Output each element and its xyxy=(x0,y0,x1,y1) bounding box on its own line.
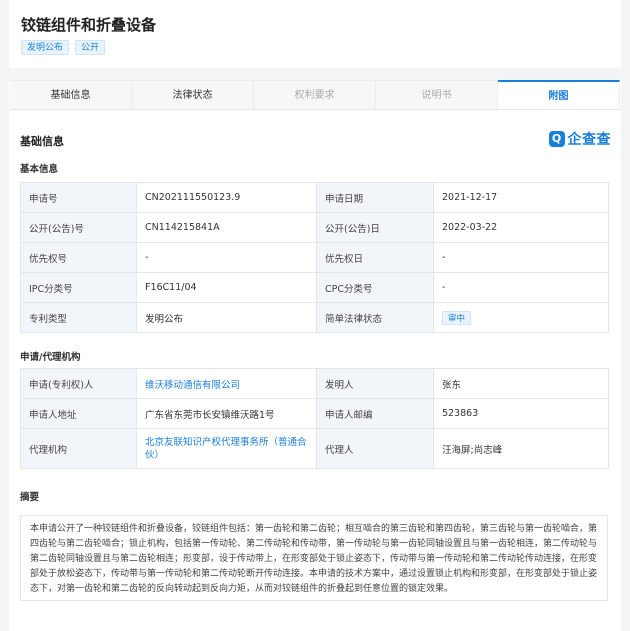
status-badge: 审中 xyxy=(442,310,472,325)
qichacha-logo-icon: Q xyxy=(548,131,565,147)
label-ipc: IPC分类号 xyxy=(20,272,137,303)
table-row: 申请号 CN202111550123.9 申请日期 2021-12-17 xyxy=(20,182,609,213)
link-agency[interactable]: 北京友联知识产权代理事务所（普通合伙） xyxy=(136,428,317,469)
label-publication-no: 公开(公告)号 xyxy=(20,212,137,243)
label-application-date: 申请日期 xyxy=(316,182,434,213)
tab-drawings[interactable]: 附图 xyxy=(498,80,620,109)
agent-table: 申请(专利权)人 维沃移动通信有限公司 发明人 张东 申请人地址 广东省东莞市长… xyxy=(20,368,609,469)
value-priority-no: - xyxy=(136,242,317,273)
value-publication-no: CN114215841A xyxy=(136,212,317,243)
value-patent-type: 发明公布 xyxy=(136,302,317,333)
table-row: 优先权号 - 优先权日 - xyxy=(20,242,609,273)
label-priority-no: 优先权号 xyxy=(20,242,137,273)
table-row: 申请人地址 广东省东莞市长安镇维沃路1号 申请人邮编 523863 xyxy=(20,398,609,429)
value-applicant-address: 广东省东莞市长安镇维沃路1号 xyxy=(136,398,317,429)
table-row: IPC分类号 F16C11/04 CPC分类号 - xyxy=(20,272,609,303)
tab-legal-status[interactable]: 法律状态 xyxy=(132,80,254,109)
table-row: 代理机构 北京友联知识产权代理事务所（普通合伙） 代理人 汪海屏;尚志峰 xyxy=(20,428,609,469)
table-row: 专利类型 发明公布 简单法律状态 审中 xyxy=(20,302,609,333)
section-title: 基础信息 xyxy=(20,135,64,148)
tab-claims: 权利要求 xyxy=(254,80,376,109)
value-inventor: 张东 xyxy=(433,368,609,399)
main-card: 基础信息 法律状态 权利要求 说明书 附图 基础信息 Q 企查查 基本信息 申请… xyxy=(9,80,621,631)
tag-status: 公开 xyxy=(75,40,106,55)
basic-info-table: 申请号 CN202111550123.9 申请日期 2021-12-17 公开(… xyxy=(20,182,609,333)
tab-basic-info[interactable]: 基础信息 xyxy=(10,80,132,109)
value-application-date: 2021-12-17 xyxy=(433,182,609,213)
value-publication-date: 2022-03-22 xyxy=(433,212,609,243)
label-applicant-address: 申请人地址 xyxy=(20,398,137,429)
label-cpc: CPC分类号 xyxy=(316,272,434,303)
label-priority-date: 优先权日 xyxy=(316,242,434,273)
value-cpc: - xyxy=(433,272,609,303)
value-postcode: 523863 xyxy=(433,398,609,429)
label-patent-type: 专利类型 xyxy=(20,302,137,333)
table-row: 申请(专利权)人 维沃移动通信有限公司 发明人 张东 xyxy=(20,368,609,399)
label-agent: 代理人 xyxy=(316,428,434,469)
label-agency: 代理机构 xyxy=(20,428,137,469)
label-applicant: 申请(专利权)人 xyxy=(20,368,137,399)
header-card: 铰链组件和折叠设备 发明公布 公开 xyxy=(9,0,621,68)
abstract-text: 本申请公开了一种铰链组件和折叠设备，铰链组件包括：第一齿轮和第二齿轮；相互啮合的… xyxy=(20,515,608,601)
label-postcode: 申请人邮编 xyxy=(316,398,434,429)
value-application-no: CN202111550123.9 xyxy=(136,182,317,213)
qichacha-logo-text: 企查查 xyxy=(567,132,611,148)
basic-info-subtitle: 基本信息 xyxy=(20,164,59,175)
qichacha-logo[interactable]: Q 企查查 xyxy=(548,129,612,149)
header-tags: 发明公布 公开 xyxy=(21,40,106,55)
link-applicant[interactable]: 维沃移动通信有限公司 xyxy=(136,368,317,399)
label-legal-status: 简单法律状态 xyxy=(316,302,434,333)
tab-bar: 基础信息 法律状态 权利要求 说明书 附图 xyxy=(10,80,620,110)
value-ipc: F16C11/04 xyxy=(136,272,317,303)
tag-publication-type: 发明公布 xyxy=(21,40,70,55)
table-row: 公开(公告)号 CN114215841A 公开(公告)日 2022-03-22 xyxy=(20,212,609,243)
agent-subtitle: 申请/代理机构 xyxy=(20,352,81,363)
page-title: 铰链组件和折叠设备 xyxy=(21,16,157,34)
abstract-title: 摘要 xyxy=(20,492,40,503)
value-agent: 汪海屏;尚志峰 xyxy=(433,428,609,469)
value-priority-date: - xyxy=(433,242,609,273)
value-legal-status: 审中 xyxy=(433,302,609,333)
label-inventor: 发明人 xyxy=(316,368,434,399)
label-publication-date: 公开(公告)日 xyxy=(316,212,434,243)
tab-description: 说明书 xyxy=(376,80,498,109)
label-application-no: 申请号 xyxy=(20,182,137,213)
